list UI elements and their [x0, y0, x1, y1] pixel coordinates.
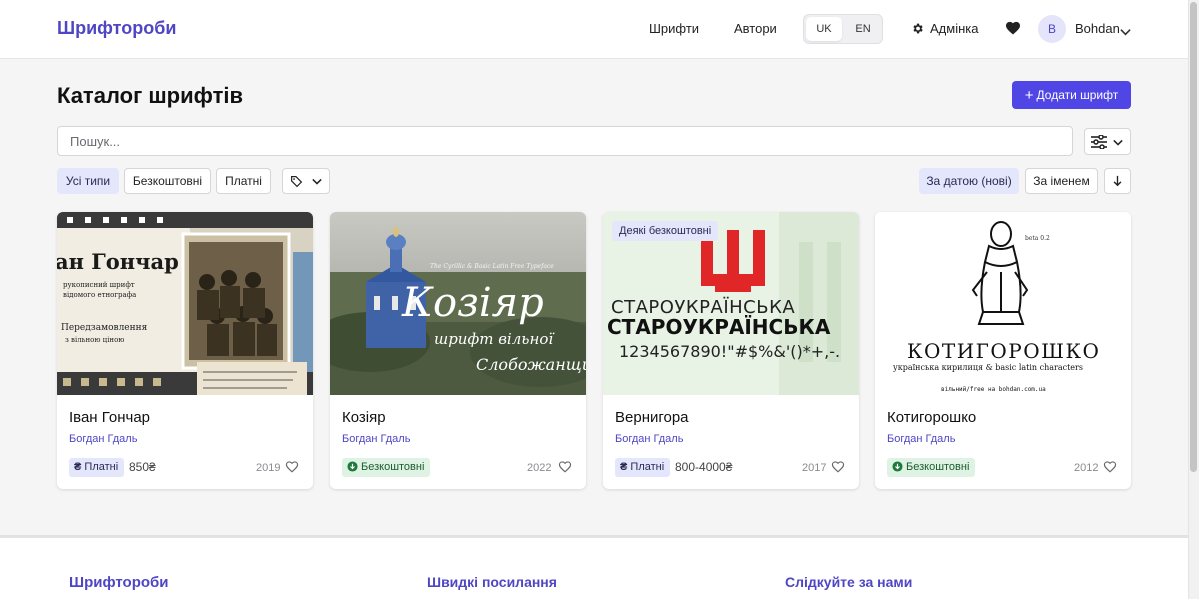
top-navbar: Шрифтороби Шрифти Автори UK EN Адмінка B… — [0, 0, 1188, 59]
plus-icon: + — [1024, 87, 1034, 104]
art-digits: 1234567890!"#$%&'()*+,-. — [619, 342, 840, 361]
font-name[interactable]: Козіяр — [342, 409, 386, 426]
filter-free[interactable]: Безкоштовні — [124, 168, 211, 194]
kotyhoroshko-artwork: beta 0.2 КОТИГОРОШКО українська кирилиця… — [875, 212, 1131, 395]
admin-link[interactable]: Адмінка — [911, 21, 978, 36]
advanced-filter-button[interactable] — [1084, 128, 1131, 155]
sliders-icon — [1091, 135, 1107, 149]
price-badge: Безкоштовні — [887, 458, 976, 477]
heart-outline-icon[interactable] — [1103, 460, 1117, 478]
search-input[interactable] — [57, 126, 1073, 156]
download-circle-icon — [892, 461, 903, 472]
art-sub: українська кирилиця & basic latin charac… — [893, 363, 1083, 372]
footer-follow-heading: Слідкуйте за нами — [785, 574, 913, 590]
year-label: 2022 — [527, 462, 552, 474]
badge-label: Платні — [630, 461, 665, 473]
site-logo[interactable]: Шрифтороби — [57, 18, 176, 39]
nav-fonts-link[interactable]: Шрифти — [649, 21, 699, 36]
nav-authors-link[interactable]: Автори — [734, 21, 777, 36]
font-preview-image[interactable]: beta 0.2 КОТИГОРОШКО українська кирилиця… — [875, 212, 1131, 395]
font-card[interactable]: beta 0.2 КОТИГОРОШКО українська кирилиця… — [875, 212, 1131, 489]
language-switcher: UK EN — [803, 14, 883, 44]
sort-by-date[interactable]: За датою (нові) — [919, 168, 1019, 194]
art-line: з вільною ціною — [65, 336, 124, 344]
heart-outline-icon[interactable] — [285, 460, 299, 478]
badge-label: Безкоштовні — [906, 461, 970, 473]
lang-uk-button[interactable]: UK — [806, 17, 842, 41]
price-badge: Безкоштовні — [342, 458, 431, 477]
download-circle-icon — [347, 461, 358, 472]
art-title: ан Гончар — [57, 249, 179, 274]
font-preview-image[interactable]: ан Гончар рукописний шрифт відомого етно… — [57, 212, 313, 395]
gear-icon — [913, 23, 923, 34]
art-title: КОТИГОРОШКО — [907, 339, 1100, 363]
filter-all-types[interactable]: Усі типи — [57, 168, 119, 194]
koziar-artwork: The Cyrillic & Basic Latin Free Typeface… — [330, 212, 586, 395]
heart-outline-icon[interactable] — [558, 460, 572, 478]
hryvnia-icon: ₴ — [620, 461, 628, 473]
font-card[interactable]: The Cyrillic & Basic Latin Free Typeface… — [330, 212, 586, 489]
arrow-down-icon — [1113, 175, 1122, 187]
sort-by-name[interactable]: За іменем — [1025, 168, 1098, 194]
art-title: Козіяр — [401, 280, 544, 326]
heart-outline-icon[interactable] — [831, 460, 845, 478]
tag-icon — [291, 176, 303, 188]
page-title: Каталог шрифтів — [57, 83, 244, 108]
price-value: 800-4000₴ — [675, 460, 733, 474]
art-line: СТАРОУКРАЇНСЬКА — [607, 315, 831, 339]
filter-paid[interactable]: Платні — [216, 168, 271, 194]
font-name[interactable]: Вернигора — [615, 409, 689, 426]
price-badge: ₴ Платні — [69, 458, 125, 477]
art-line: відомого етнографа — [63, 291, 136, 299]
font-author-link[interactable]: Богдан Гдаль — [615, 433, 683, 445]
hryvnia-icon: ₴ — [74, 461, 82, 473]
font-name[interactable]: Котигорошко — [887, 409, 976, 426]
username-label[interactable]: Bohdan — [1075, 21, 1120, 36]
chevron-down-icon[interactable] — [1120, 23, 1131, 41]
year-label: 2019 — [256, 462, 281, 474]
chevron-down-icon — [1113, 139, 1123, 146]
font-card[interactable]: СТАРОУКРАЇНСЬКА СТАРОУКРАЇНСЬКА 12345678… — [603, 212, 859, 489]
art-beta: beta 0.2 — [1025, 235, 1050, 242]
footer-brand[interactable]: Шрифтороби — [69, 574, 169, 591]
scrollbar-thumb[interactable] — [1190, 2, 1197, 472]
ivan-honchar-artwork: ан Гончар рукописний шрифт відомого етно… — [57, 212, 313, 395]
admin-label: Адмінка — [930, 21, 979, 36]
user-avatar[interactable]: B — [1038, 15, 1066, 43]
badge-label: Платні — [84, 461, 119, 473]
add-font-label: Додати шрифт — [1036, 88, 1119, 102]
footer-quick-links-heading: Швидкі посилання — [427, 574, 557, 590]
footer: Шрифтороби Швидкі посилання Слідкуйте за… — [0, 538, 1188, 599]
price-badge: ₴ Платні — [615, 458, 671, 477]
favorites-heart-icon[interactable] — [1005, 20, 1021, 40]
art-small: вільний/free на bohdan.com.ua — [941, 386, 1046, 393]
art-line: рукописний шрифт — [63, 281, 135, 289]
lang-en-button[interactable]: EN — [845, 17, 881, 41]
font-author-link[interactable]: Богдан Гдаль — [342, 433, 410, 445]
svg-text:ан Гончар: ан Гончар — [57, 249, 179, 274]
font-card[interactable]: ан Гончар рукописний шрифт відомого етно… — [57, 212, 313, 489]
font-name[interactable]: Іван Гончар — [69, 409, 150, 426]
add-font-button[interactable]: + Додати шрифт — [1012, 81, 1131, 109]
art-sub: Слобожанщини — [476, 355, 586, 374]
art-line: Передзамовлення — [61, 323, 148, 333]
price-value: 850₴ — [129, 460, 156, 474]
font-author-link[interactable]: Богдан Гдаль — [69, 433, 137, 445]
font-preview-image[interactable]: СТАРОУКРАЇНСЬКА СТАРОУКРАЇНСЬКА 12345678… — [603, 212, 859, 395]
font-preview-image[interactable]: The Cyrillic & Basic Latin Free Typeface… — [330, 212, 586, 395]
some-free-badge: Деякі безкоштовні — [612, 221, 719, 241]
tag-filter-dropdown[interactable] — [282, 168, 330, 194]
year-label: 2017 — [802, 462, 827, 474]
sort-direction-button[interactable] — [1104, 168, 1131, 194]
art-tagline: The Cyrillic & Basic Latin Free Typeface — [430, 263, 554, 270]
art-sub: шрифт вільної — [434, 330, 555, 348]
badge-label: Безкоштовні — [361, 461, 425, 473]
chevron-down-icon — [312, 178, 322, 185]
year-label: 2012 — [1074, 462, 1099, 474]
font-author-link[interactable]: Богдан Гдаль — [887, 433, 955, 445]
